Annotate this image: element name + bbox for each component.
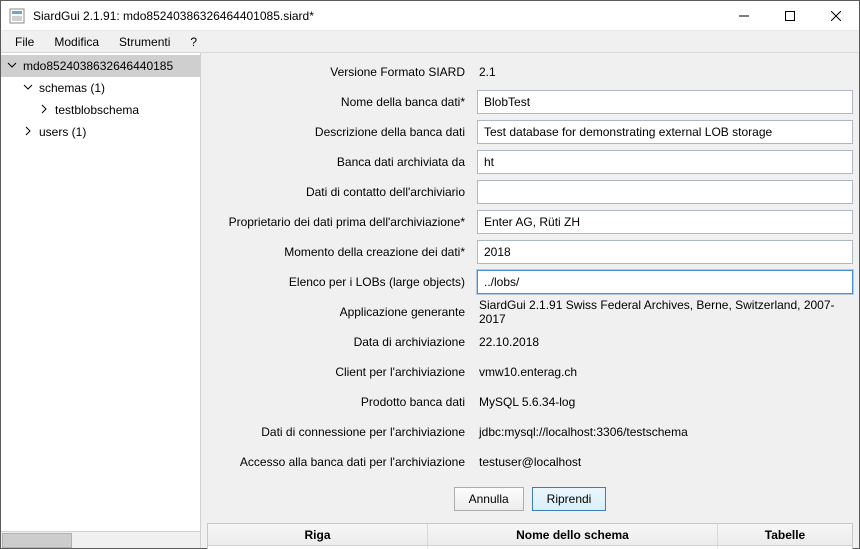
sidebar-scrollbar[interactable] [1, 531, 200, 548]
value-version: 2.1 [477, 65, 853, 79]
tree-view[interactable]: mdo8524038632646440185 schemas (1) testb… [1, 53, 200, 531]
client-area: mdo8524038632646440185 schemas (1) testb… [1, 53, 859, 548]
menu-edit[interactable]: Modifica [46, 33, 107, 51]
menu-file[interactable]: File [7, 33, 42, 51]
tree-label: testblobschema [55, 103, 139, 117]
window-title: SiardGui 2.1.91: mdo85240386326464401085… [33, 1, 721, 31]
tree-label: mdo8524038632646440185 [23, 59, 173, 73]
apply-button[interactable]: Riprendi [532, 487, 607, 511]
label-client: Client per l'archiviazione [207, 365, 477, 379]
value-genapp: SiardGui 2.1.91 Swiss Federal Archives, … [477, 298, 853, 326]
sidebar: mdo8524038632646440185 schemas (1) testb… [1, 53, 201, 548]
th-schema[interactable]: Nome dello schema [428, 524, 718, 545]
app-window: SiardGui 2.1.91: mdo85240386326464401085… [0, 0, 860, 549]
app-icon [9, 8, 25, 24]
button-row: Annulla Riprendi [207, 477, 853, 523]
value-access: testuser@localhost [477, 455, 853, 469]
expand-icon[interactable] [23, 82, 35, 94]
value-archdate: 22.10.2018 [477, 335, 853, 349]
input-lobs[interactable] [477, 270, 853, 294]
close-button[interactable] [813, 1, 859, 31]
label-version: Versione Formato SIARD [207, 65, 477, 79]
input-archivercontact[interactable] [477, 180, 853, 204]
scrollbar-thumb[interactable] [2, 533, 72, 548]
tree-label: users (1) [39, 125, 86, 139]
table-header: Riga Nome dello schema Tabelle [208, 524, 852, 546]
collapse-icon[interactable] [23, 126, 35, 138]
label-access: Accesso alla banca dati per l'archiviazi… [207, 455, 477, 469]
th-tables[interactable]: Tabelle [718, 524, 852, 545]
input-dbdesc[interactable] [477, 120, 853, 144]
menu-tools[interactable]: Strumenti [111, 33, 178, 51]
menubar: File Modifica Strumenti ? [1, 31, 859, 53]
main-panel: Versione Formato SIARD 2.1 Nome della ba… [201, 53, 859, 548]
input-dbname[interactable] [477, 90, 853, 114]
value-client: vmw10.enterag.ch [477, 365, 853, 379]
label-dbdesc: Descrizione della banca dati [207, 125, 477, 139]
input-owner[interactable] [477, 210, 853, 234]
value-product: MySQL 5.6.34-log [477, 395, 853, 409]
label-dbname: Nome della banca dati* [207, 95, 477, 109]
titlebar[interactable]: SiardGui 2.1.91: mdo85240386326464401085… [1, 1, 859, 31]
value-conn: jdbc:mysql://localhost:3306/testschema [477, 425, 853, 439]
minimize-button[interactable] [721, 1, 767, 31]
input-created[interactable] [477, 240, 853, 264]
expand-icon[interactable] [7, 60, 19, 72]
label-archivedby: Banca dati archiviata da [207, 155, 477, 169]
input-archivedby[interactable] [477, 150, 853, 174]
label-lobs: Elenco per i LOBs (large objects) [207, 275, 477, 289]
maximize-button[interactable] [767, 1, 813, 31]
label-archdate: Data di archiviazione [207, 335, 477, 349]
label-created: Momento della creazione dei dati* [207, 245, 477, 259]
schema-table: Riga Nome dello schema Tabelle 0 testblo… [207, 523, 853, 549]
cancel-button[interactable]: Annulla [454, 487, 524, 511]
form: Versione Formato SIARD 2.1 Nome della ba… [207, 57, 853, 477]
label-owner: Proprietario dei dati prima dell'archivi… [207, 215, 477, 229]
label-genapp: Applicazione generante [207, 305, 477, 319]
tree-root[interactable]: mdo8524038632646440185 [1, 55, 200, 77]
tree-schema-item[interactable]: testblobschema [1, 99, 200, 121]
window-controls [721, 1, 859, 31]
label-product: Prodotto banca dati [207, 395, 477, 409]
label-archivercontact: Dati di contatto dell'archiviario [207, 185, 477, 199]
tree-schemas[interactable]: schemas (1) [1, 77, 200, 99]
tree-label: schemas (1) [39, 81, 105, 95]
tree-users[interactable]: users (1) [1, 121, 200, 143]
collapse-icon[interactable] [39, 104, 51, 116]
label-conn: Dati di connessione per l'archiviazione [207, 425, 477, 439]
menu-help[interactable]: ? [182, 33, 205, 51]
th-row[interactable]: Riga [208, 524, 428, 545]
